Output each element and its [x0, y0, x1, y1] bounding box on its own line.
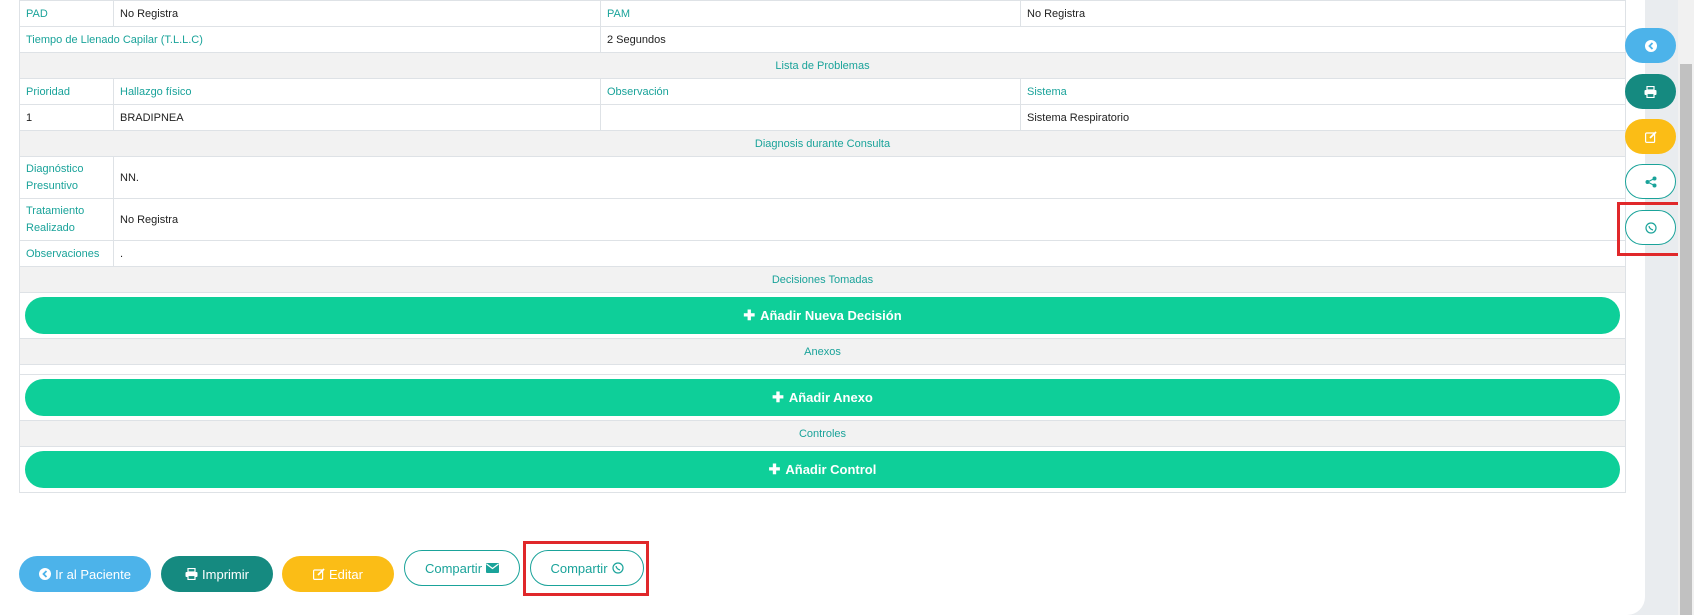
pad-value: No Registra — [113, 0, 601, 27]
diagnosis-label: Diagnóstico Presuntivo — [19, 156, 114, 199]
pam-value: No Registra — [1020, 0, 1626, 27]
column-header-finding: Hallazgo físico — [113, 78, 601, 105]
plus-icon: ✚ — [768, 461, 781, 477]
edit-button[interactable]: Editar — [282, 556, 394, 592]
add-decision-label: Añadir Nueva Decisión — [760, 308, 902, 323]
add-decision-cell: ✚ Añadir Nueva Decisión — [19, 292, 1626, 339]
consultation-card: PAD No Registra PAM No Registra Tiempo d… — [0, 0, 1645, 615]
diagnosis-row: Diagnóstico Presuntivo NN. — [19, 156, 1626, 199]
tllc-label: Tiempo de Llenado Capilar (T.L.L.C) — [19, 26, 601, 53]
observations-label: Observaciones — [19, 240, 114, 267]
annexes-empty-row — [19, 364, 1626, 375]
problems-header-row: Prioridad Hallazgo físico Observación Si… — [19, 78, 1626, 105]
scrollbar-thumb[interactable] — [1680, 64, 1692, 615]
problem-priority: 1 — [19, 104, 114, 131]
highlight-box-share-whatsapp — [523, 541, 649, 596]
add-control-label: Añadir Control — [785, 462, 877, 477]
column-header-priority: Prioridad — [19, 78, 114, 105]
problem-observation — [600, 104, 1021, 131]
highlight-box-floating-whatsapp — [1617, 202, 1685, 256]
column-header-system: Sistema — [1020, 78, 1626, 105]
share-icon — [1645, 176, 1657, 188]
column-header-observation: Observación — [600, 78, 1021, 105]
treatment-row: Tratamiento Realizado No Registra — [19, 198, 1626, 241]
problems-section-header: Lista de Problemas — [19, 52, 1626, 79]
floating-print-button[interactable] — [1625, 74, 1676, 109]
pad-pam-row: PAD No Registra PAM No Registra — [19, 0, 1626, 27]
print-icon — [1644, 85, 1657, 98]
print-icon — [185, 568, 198, 580]
add-control-cell: ✚ Añadir Control — [19, 446, 1626, 493]
floating-edit-button[interactable] — [1625, 119, 1676, 154]
decisions-section-header: Decisiones Tomadas — [19, 266, 1626, 293]
annexes-section-header: Anexos — [19, 338, 1626, 365]
table-row: 1 BRADIPNEA Sistema Respiratorio — [19, 104, 1626, 131]
floating-share-button[interactable] — [1625, 164, 1676, 199]
add-annex-label: Añadir Anexo — [788, 390, 873, 405]
add-annex-button[interactable]: ✚ Añadir Anexo — [25, 379, 1620, 416]
pam-label: PAM — [600, 0, 1021, 27]
print-button[interactable]: Imprimir — [161, 556, 273, 592]
observations-row: Observaciones . — [19, 240, 1626, 267]
add-annex-cell: ✚ Añadir Anexo — [19, 374, 1626, 421]
print-label: Imprimir — [202, 566, 249, 582]
treatment-value: No Registra — [113, 198, 1626, 241]
share-email-button[interactable]: Compartir — [404, 550, 520, 586]
edit-label: Editar — [329, 566, 363, 582]
go-to-patient-button[interactable]: Ir al Paciente — [19, 556, 151, 592]
plus-icon: ✚ — [772, 389, 784, 405]
diagnosis-value: NN. — [113, 156, 1626, 199]
consultation-record-table: PAD No Registra PAM No Registra Tiempo d… — [19, 0, 1626, 493]
share-email-label: Compartir — [424, 560, 483, 576]
observations-value: . — [113, 240, 1626, 267]
arrow-circle-left-icon — [39, 568, 52, 580]
arrow-circle-left-icon — [1644, 39, 1657, 52]
diagnosis-section-header: Diagnosis durante Consulta — [19, 130, 1626, 157]
tllc-row: Tiempo de Llenado Capilar (T.L.L.C) 2 Se… — [19, 26, 1626, 53]
edit-icon — [1644, 130, 1657, 143]
tllc-value: 2 Segundos — [600, 26, 1626, 53]
plus-icon: ✚ — [743, 307, 756, 323]
go-to-patient-label: Ir al Paciente — [55, 566, 131, 582]
envelope-icon — [486, 563, 500, 573]
add-control-button[interactable]: ✚ Añadir Control — [25, 451, 1620, 488]
pad-label: PAD — [19, 0, 114, 27]
edit-icon — [313, 568, 325, 580]
treatment-label: Tratamiento Realizado — [19, 198, 114, 241]
problem-finding: BRADIPNEA — [113, 104, 601, 131]
controls-section-header: Controles — [19, 420, 1626, 447]
problem-system: Sistema Respiratorio — [1020, 104, 1626, 131]
floating-go-back-button[interactable] — [1625, 28, 1676, 63]
add-decision-button[interactable]: ✚ Añadir Nueva Decisión — [25, 297, 1620, 334]
